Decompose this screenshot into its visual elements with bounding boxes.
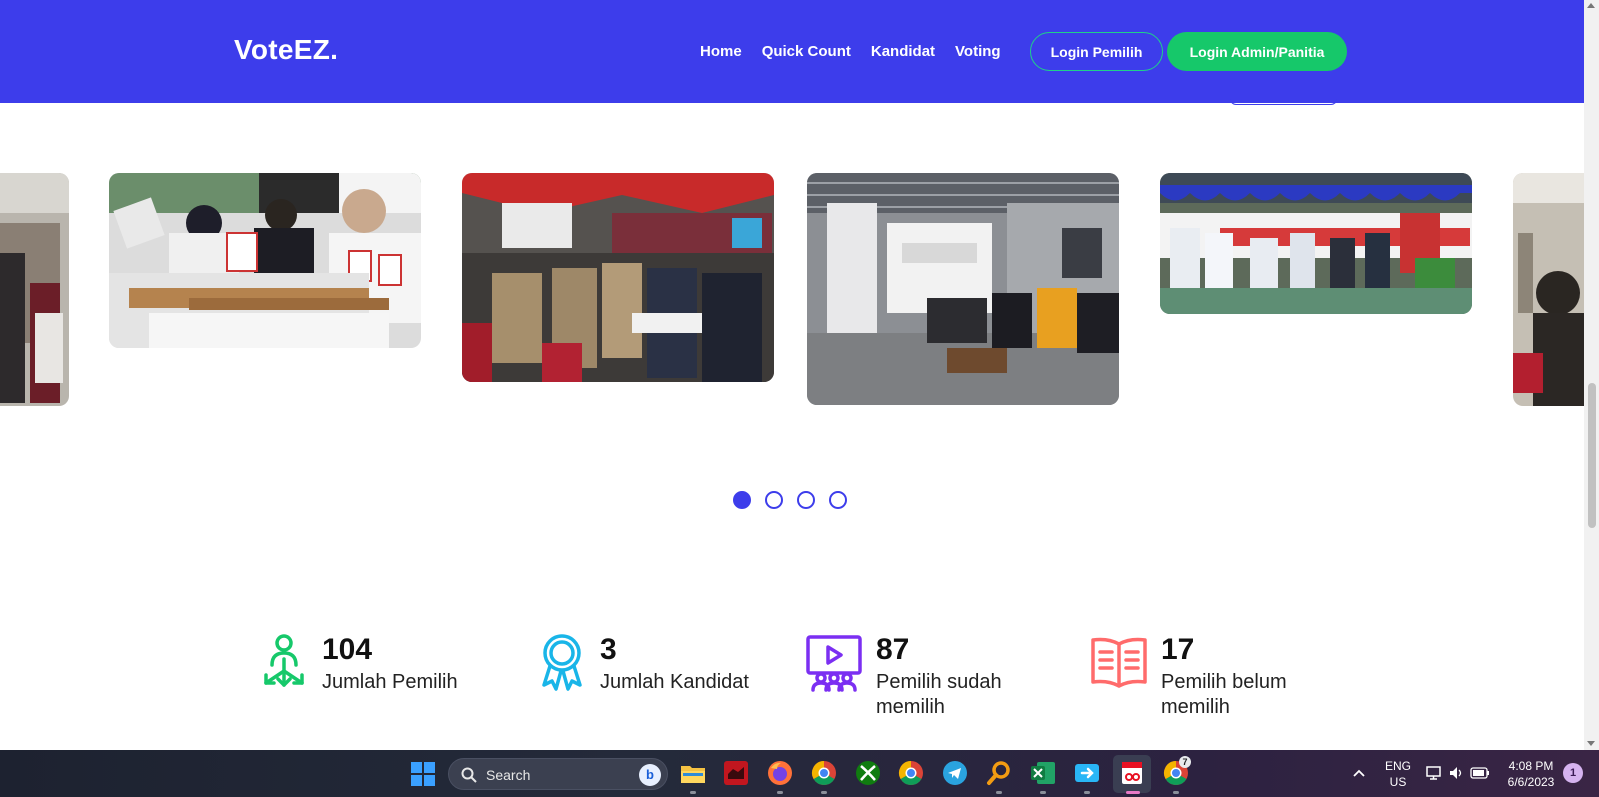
- stat-value: 3: [600, 633, 617, 666]
- chrome-icon[interactable]: [898, 760, 924, 786]
- carousel-dot-1[interactable]: [733, 491, 751, 509]
- clock-date: 6/6/2023: [1507, 775, 1555, 789]
- scroll-up-arrow[interactable]: [1587, 3, 1595, 8]
- stat-value: 104: [322, 633, 373, 666]
- xbox-icon[interactable]: [855, 760, 881, 786]
- carousel-slide-partial-left[interactable]: [0, 173, 69, 406]
- carousel-dot-4[interactable]: [829, 491, 847, 509]
- nav-link-home[interactable]: Home: [700, 43, 742, 60]
- chrome-badge-indicator: [1173, 791, 1179, 794]
- stat-label: Pemilih sudah memilih: [876, 671, 1002, 718]
- navbar: VoteEZ. Home Quick Count Kandidat Voting…: [0, 0, 1584, 103]
- hidden-button-outline: [1230, 99, 1337, 105]
- telegram-icon[interactable]: [942, 760, 968, 786]
- presentation-audience-icon: [805, 634, 863, 697]
- search-icon: [461, 767, 477, 783]
- excel-indicator: [1040, 791, 1046, 794]
- chrome-profile-indicator: [821, 791, 827, 794]
- open-book-icon: [1090, 636, 1148, 695]
- stat-value: 17: [1161, 633, 1195, 666]
- file-explorer-icon[interactable]: [680, 760, 706, 786]
- notification-badge[interactable]: 1: [1563, 763, 1583, 783]
- award-ribbon-icon: [538, 633, 586, 696]
- taskbar-search[interactable]: Search b: [448, 758, 668, 790]
- firefox-indicator: [777, 791, 783, 794]
- stat-value: 87: [876, 633, 910, 666]
- firefox-icon[interactable]: [767, 760, 793, 786]
- clock[interactable]: 4:08 PM 6/6/2023: [1502, 758, 1560, 790]
- scroll-thumb[interactable]: [1588, 383, 1596, 528]
- file-explorer-indicator: [690, 791, 696, 794]
- windows-taskbar: Search b 7 ENG US 4:08 PM 6/6/2023 1: [0, 750, 1599, 797]
- share-app-icon[interactable]: [1074, 760, 1100, 786]
- bing-icon[interactable]: b: [639, 764, 661, 786]
- clock-time: 4:08 PM: [1508, 759, 1554, 773]
- stat-label: Jumlah Kandidat: [600, 671, 749, 693]
- scroll-down-arrow[interactable]: [1587, 741, 1595, 746]
- nav-link-quick-count[interactable]: Quick Count: [762, 43, 851, 60]
- volume-icon[interactable]: [1448, 765, 1464, 781]
- excel-icon[interactable]: [1030, 760, 1056, 786]
- language-indicator[interactable]: ENG US: [1383, 758, 1413, 790]
- carousel-dot-3[interactable]: [797, 491, 815, 509]
- nav-link-voting[interactable]: Voting: [955, 43, 1001, 60]
- carousel-slide-2[interactable]: [462, 173, 774, 382]
- carousel-slide-1[interactable]: [109, 173, 421, 348]
- browser-page: VoteEZ. Home Quick Count Kandidat Voting…: [0, 0, 1584, 750]
- chrome-profile-icon[interactable]: [811, 760, 837, 786]
- chrome-badge-count: 7: [1179, 756, 1191, 768]
- magnifier-app-icon[interactable]: [986, 760, 1012, 786]
- language-label: ENG: [1384, 759, 1411, 773]
- carousel-dots: [733, 491, 847, 509]
- windows-start-icon[interactable]: [411, 762, 435, 791]
- carousel-slide-3[interactable]: [807, 173, 1119, 405]
- region-label: US: [1389, 775, 1407, 789]
- search-placeholder: Search: [486, 767, 531, 783]
- carousel-slide-partial-right[interactable]: [1513, 173, 1584, 406]
- stat-label: Pemilih belum memilih: [1161, 671, 1287, 718]
- network-icon[interactable]: [1426, 765, 1444, 781]
- person-arrows-icon: [260, 633, 308, 694]
- snipping-tool-indicator: [1126, 791, 1140, 794]
- nav-link-kandidat[interactable]: Kandidat: [871, 43, 935, 60]
- brand-logo[interactable]: VoteEZ.: [234, 34, 338, 66]
- page-scrollbar[interactable]: [1584, 0, 1599, 750]
- login-voter-button[interactable]: Login Pemilih: [1030, 32, 1163, 71]
- login-admin-button[interactable]: Login Admin/Panitia: [1167, 32, 1347, 71]
- carousel-dot-2[interactable]: [765, 491, 783, 509]
- magnifier-app-indicator: [996, 791, 1002, 794]
- carousel-slide-4[interactable]: [1160, 173, 1472, 314]
- stat-label: Jumlah Pemilih: [322, 671, 458, 693]
- red-app-icon[interactable]: [723, 760, 749, 786]
- nav-links: Home Quick Count Kandidat Voting: [700, 43, 1001, 60]
- chevron-up-icon[interactable]: [1352, 768, 1366, 778]
- battery-icon[interactable]: [1470, 767, 1490, 779]
- snipping-tool-icon[interactable]: [1119, 760, 1145, 786]
- share-app-indicator: [1084, 791, 1090, 794]
